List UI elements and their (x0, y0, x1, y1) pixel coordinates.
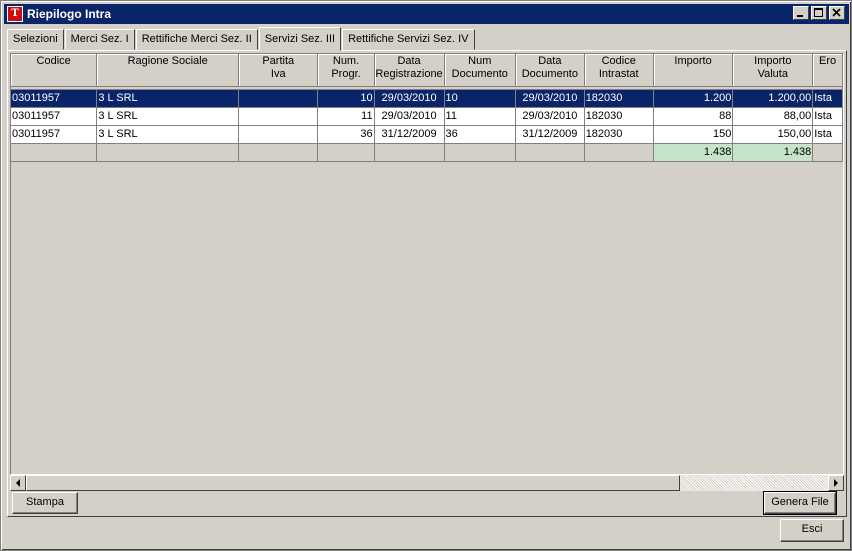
total-empty-cell (238, 143, 319, 162)
cell-importo[interactable]: 150 (653, 125, 734, 144)
minimize-icon (797, 15, 803, 17)
total-empty-cell (11, 143, 98, 162)
cell-data-registrazione[interactable]: 29/03/2010 (374, 89, 445, 108)
close-icon (832, 8, 841, 17)
cell-codice-intrastat[interactable]: 182030 (584, 89, 654, 108)
cell-partita-iva[interactable] (238, 107, 319, 126)
maximize-icon (814, 8, 823, 17)
total-empty-cell (96, 143, 240, 162)
cell-num-documento[interactable]: 36 (444, 125, 517, 144)
tab-selezioni[interactable]: Selezioni (7, 29, 64, 50)
totals-row: 1.438 1.438 (11, 143, 843, 162)
column-header-data-registrazione[interactable]: Data Registrazione (374, 54, 445, 87)
cell-codice-intrastat[interactable]: 182030 (584, 125, 654, 144)
cell-erogazione[interactable]: Ista (812, 89, 843, 108)
cell-importo-valuta[interactable]: 150,00 (732, 125, 814, 144)
column-header-partita-iva[interactable]: Partita Iva (238, 54, 319, 87)
column-header-codice-intrastat[interactable]: Codice Intrastat (584, 54, 654, 87)
data-grid[interactable]: Codice Ragione Sociale Partita Iva Num. … (10, 53, 844, 475)
cell-codice[interactable]: 03011957 (11, 125, 98, 144)
column-header-importo-valuta[interactable]: Importo Valuta (732, 54, 814, 87)
arrow-right-icon (834, 479, 838, 487)
column-header-num-progr[interactable]: Num. Progr. (317, 54, 375, 87)
tab-rettifiche-servizi-sez-4[interactable]: Rettifiche Servizi Sez. IV (342, 29, 475, 50)
table-row[interactable]: 03011957 3 L SRL 11 29/03/2010 11 29/03/… (11, 107, 843, 126)
cell-data-documento[interactable]: 31/12/2009 (515, 125, 585, 144)
cell-codice[interactable]: 03011957 (11, 89, 98, 108)
total-empty-cell (317, 143, 375, 162)
tab-rettifiche-merci-sez-2[interactable]: Rettifiche Merci Sez. II (135, 29, 258, 50)
cell-erogazione[interactable]: Ista (812, 107, 843, 126)
cell-importo-valuta[interactable]: 88,00 (732, 107, 814, 126)
cell-num-progr[interactable]: 11 (317, 107, 375, 126)
tab-servizi-sez-3[interactable]: Servizi Sez. III (258, 27, 342, 51)
total-importo: 1.438 (653, 143, 734, 162)
main-window: T Riepilogo Intra Selezioni Merci Sez. I… (0, 0, 852, 551)
cell-data-registrazione[interactable]: 29/03/2010 (374, 107, 445, 126)
cell-codice[interactable]: 03011957 (11, 107, 98, 126)
total-empty-cell (515, 143, 585, 162)
cell-num-documento[interactable]: 10 (444, 89, 517, 108)
arrow-left-icon (16, 479, 20, 487)
cell-ragione-sociale[interactable]: 3 L SRL (96, 107, 240, 126)
scrollbar-thumb[interactable] (26, 475, 680, 491)
cell-importo[interactable]: 88 (653, 107, 734, 126)
table-row[interactable]: 03011957 3 L SRL 36 31/12/2009 36 31/12/… (11, 125, 843, 144)
tab-merci-sez-1[interactable]: Merci Sez. I (64, 29, 135, 50)
tab-strip: Selezioni Merci Sez. I Rettifiche Merci … (7, 27, 476, 51)
window-title: Riepilogo Intra (27, 7, 111, 21)
header-row: Codice Ragione Sociale Partita Iva Num. … (11, 54, 843, 87)
maximize-button[interactable] (811, 6, 827, 20)
close-button[interactable] (829, 6, 845, 20)
column-header-importo[interactable]: Importo (653, 54, 734, 87)
genera-file-button[interactable]: Genera File (763, 491, 837, 515)
cell-data-documento[interactable]: 29/03/2010 (515, 107, 585, 126)
cell-ragione-sociale[interactable]: 3 L SRL (96, 89, 240, 108)
cell-codice-intrastat[interactable]: 182030 (584, 107, 654, 126)
cell-num-progr[interactable]: 36 (317, 125, 375, 144)
scroll-right-button[interactable] (828, 475, 844, 491)
cell-data-documento[interactable]: 29/03/2010 (515, 89, 585, 108)
intra-table: Codice Ragione Sociale Partita Iva Num. … (11, 54, 843, 162)
app-icon: T (7, 6, 23, 22)
cell-num-progr[interactable]: 10 (317, 89, 375, 108)
scrollbar-track[interactable] (680, 475, 828, 491)
title-bar[interactable]: T Riepilogo Intra (4, 4, 849, 24)
esci-button[interactable]: Esci (780, 519, 844, 542)
column-header-erogazione[interactable]: Ero (812, 54, 843, 87)
total-empty-cell (444, 143, 517, 162)
cell-data-registrazione[interactable]: 31/12/2009 (374, 125, 445, 144)
stampa-button[interactable]: Stampa (12, 492, 78, 514)
cell-erogazione[interactable]: Ista (812, 125, 843, 144)
column-header-codice[interactable]: Codice (11, 54, 98, 87)
tab-panel: Codice Ragione Sociale Partita Iva Num. … (7, 50, 847, 517)
cell-importo-valuta[interactable]: 1.200,00 (732, 89, 814, 108)
table-row[interactable]: 03011957 3 L SRL 10 29/03/2010 10 29/03/… (11, 89, 843, 108)
total-importo-valuta: 1.438 (732, 143, 814, 162)
cell-ragione-sociale[interactable]: 3 L SRL (96, 125, 240, 144)
cell-num-documento[interactable]: 11 (444, 107, 517, 126)
column-header-num-documento[interactable]: Num Documento (444, 54, 517, 87)
column-header-ragione-sociale[interactable]: Ragione Sociale (96, 54, 240, 87)
scroll-left-button[interactable] (10, 475, 26, 491)
cell-partita-iva[interactable] (238, 125, 319, 144)
total-empty-cell (374, 143, 445, 162)
total-empty-cell (812, 143, 843, 162)
cell-importo[interactable]: 1.200 (653, 89, 734, 108)
horizontal-scrollbar[interactable] (10, 475, 844, 491)
total-empty-cell (584, 143, 654, 162)
cell-partita-iva[interactable] (238, 89, 319, 108)
minimize-button[interactable] (793, 6, 809, 20)
column-header-data-documento[interactable]: Data Documento (515, 54, 585, 87)
